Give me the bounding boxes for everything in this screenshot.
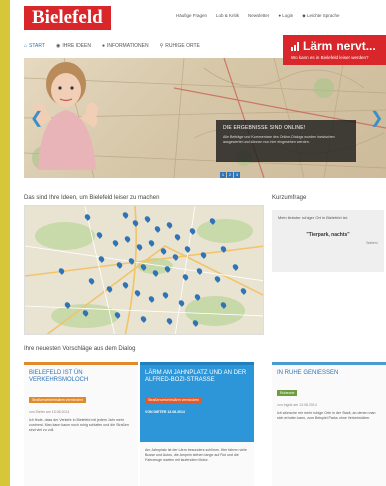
survey-answer: "Tierpark, nachts" <box>306 232 350 238</box>
bielefeld-logo[interactable]: Bielefeld <box>24 6 111 30</box>
nav-quiet-places[interactable]: ⚲ RUHIGE ORTE <box>160 43 200 49</box>
nav-information[interactable]: ● INFORMATIONEN <box>102 43 149 49</box>
info-icon: ● <box>101 43 105 49</box>
survey-box: Mein liebster ruhiger Ort in Bielefeld i… <box>272 210 384 272</box>
hero-slider: ❮ ❯ DIE ERGEBNISSE SIND ONLINE! Alle Bei… <box>24 58 386 178</box>
proposal-title[interactable]: BIELEFELD IST ÜN VERKEHRSMOLOCH <box>24 365 138 388</box>
proposal-date: VON DIETER 13.08.2014 <box>145 410 185 414</box>
proposal-card[interactable]: LÄRM AM JAHNPLATZ UND AN DER ALFRED-BOZI… <box>140 362 254 486</box>
category-tag[interactable]: Straßenverkehrslärm vermindern <box>29 397 87 403</box>
badge-title-a: Lärm <box>303 39 333 53</box>
proposal-text: Ich wünsche mir mehr ruhige Orte in der … <box>277 411 376 420</box>
slide-dot[interactable]: 3 <box>234 172 240 178</box>
top-links: Häufige Fragen Lob & Kritik Newsletter ●… <box>176 13 340 19</box>
category-tag[interactable]: Straßenverkehrslärm vermindern <box>145 397 203 403</box>
proposal-date: von Dieter am 15.08.2014 <box>29 410 70 414</box>
slide-dot[interactable]: 1 <box>220 172 226 178</box>
survey-author: Waltern <box>366 241 378 245</box>
proposal-text: Ich finde, dass der Verkehr in Bielefeld… <box>29 418 129 432</box>
sound-bars-icon <box>291 41 299 51</box>
hero-caption: DIE ERGEBNISSE SIND ONLINE! Alle Beiträg… <box>216 120 356 162</box>
badge-title-b: nervt... <box>336 39 376 53</box>
proposals-title: Ihre neuesten Vorschläge aus dem Dialog <box>24 346 136 352</box>
home-icon: ⌂ <box>24 43 28 49</box>
newsletter-link[interactable]: Newsletter <box>248 13 269 19</box>
login-link[interactable]: ● Login <box>278 13 293 19</box>
proposal-date: von Ingrid am 13.08.2014 <box>277 403 317 407</box>
ideas-map[interactable] <box>24 205 264 335</box>
proposal-card[interactable]: BIELEFELD IST ÜN VERKEHRSMOLOCH Straßenv… <box>24 362 138 486</box>
badge-subtitle: Wo kann es in Bielefeld leiser werden? <box>291 55 369 60</box>
hero-caption-text: Alle Beiträge und Kommentare des Online-… <box>223 135 335 144</box>
chat-icon: ◉ <box>55 43 61 49</box>
proposal-text: Am Jahnplatz ist der Lärm besonders schl… <box>145 448 247 462</box>
proposal-title[interactable]: IN RUHE GENIESSEN <box>272 365 386 381</box>
feedback-link[interactable]: Lob & Kritik <box>216 13 239 19</box>
ideas-title: Das sind Ihre Ideen, um Bielefeld leiser… <box>24 195 160 201</box>
hero-prev-arrow[interactable]: ❮ <box>30 108 43 128</box>
laerm-nervt-badge[interactable]: Lärm nervt... Wo kann es in Bielefeld le… <box>283 35 386 65</box>
nav-ideas[interactable]: ◉ IHRE IDEEN <box>56 43 91 49</box>
pin-icon: ⚲ <box>159 43 164 49</box>
slide-pagination: 1 2 3 <box>220 172 240 178</box>
proposal-title[interactable]: LÄRM AM JAHNPLATZ UND AN DER ALFRED-BOZI… <box>140 365 254 388</box>
simple-language-link[interactable]: ◆ Leichte Sprache <box>302 13 339 19</box>
hero-next-arrow[interactable]: ❯ <box>370 108 383 128</box>
page: Bielefeld Häufige Fragen Lob & Kritik Ne… <box>10 0 386 486</box>
category-tag[interactable]: Ruheorte <box>277 390 298 396</box>
survey-title: Kurzumfrage <box>272 195 307 201</box>
proposal-card[interactable]: IN RUHE GENIESSEN Ruheorte von Ingrid am… <box>272 362 386 486</box>
slide-dot[interactable]: 2 <box>227 172 233 178</box>
main-nav: ⌂ START ◉ IHRE IDEEN ● INFORMATIONEN ⚲ R… <box>24 43 200 49</box>
faq-link[interactable]: Häufige Fragen <box>176 13 207 19</box>
hero-caption-title: DIE ERGEBNISSE SIND ONLINE! <box>223 125 306 131</box>
survey-question: Mein liebster ruhiger Ort in Bielefeld i… <box>278 215 348 220</box>
nav-start[interactable]: ⌂ START <box>24 43 45 49</box>
